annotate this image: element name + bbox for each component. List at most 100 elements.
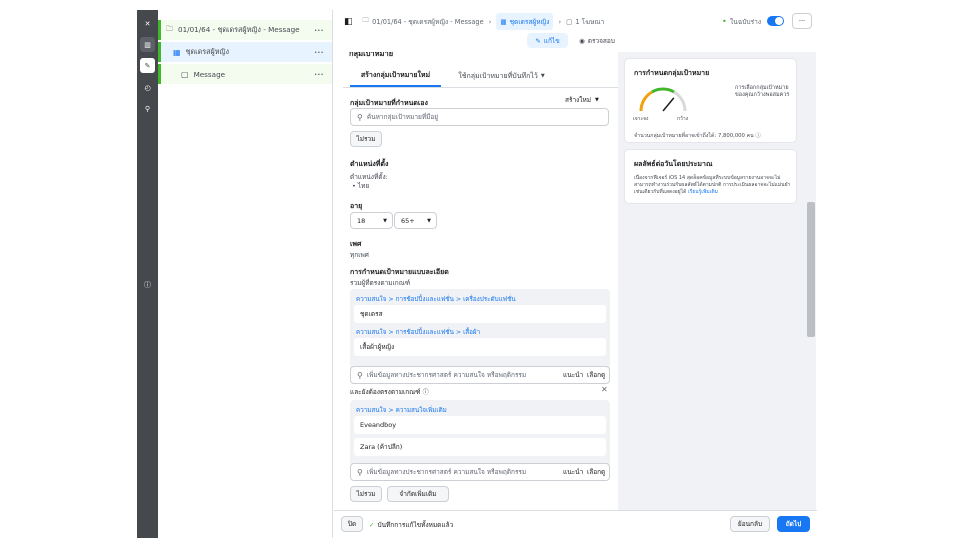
scrollbar[interactable] <box>806 52 816 512</box>
interest-path: ความสนใจ > การช้อปปิ้งและแฟชั่น > เสื้อผ… <box>356 329 481 336</box>
and-must-text: และยังต้องตรงตามเกณฑ์ <box>350 388 421 396</box>
age-label: อายุ <box>350 202 363 210</box>
search-icon[interactable]: ⚲ <box>140 101 155 116</box>
close-icon[interactable]: ✕ <box>140 16 155 31</box>
audience-definition-card: การกำหนดกลุ่มเป้าหมาย เจาะจง กว้าง การเล… <box>624 58 797 143</box>
status-badge: ในฉบับร่าง <box>730 18 762 26</box>
audience-search-input[interactable]: ⚲ ค้นหากลุ่มเป้าหมายที่มีอยู่ <box>350 108 609 126</box>
create-new-dropdown[interactable]: สร้างใหม่ ▼ <box>565 95 599 105</box>
caret-down-icon: ▼ <box>540 73 545 79</box>
divider <box>343 87 618 88</box>
review-label: ตรวจสอบ <box>587 36 615 45</box>
add-targeting-input[interactable]: ⚲ เพิ่มข้อมูลทางประชากรศาสตร์ ความสนใจ หร… <box>350 366 610 384</box>
age-min-value: 18 <box>357 216 366 225</box>
exclude-button[interactable]: ไม่รวม <box>350 486 382 502</box>
exclude-button[interactable]: ไม่รวม <box>350 131 382 147</box>
interest-path: ความสนใจ > การช้อปปิ้งและแฟชั่น > เครื่อ… <box>356 296 516 303</box>
save-status-text: บันทึกการแก้ไขทั้งหมดแล้ว <box>377 521 454 529</box>
suggest-link[interactable]: แนะนำ <box>563 370 583 380</box>
more-button[interactable]: ··· <box>792 13 812 29</box>
tab-create-new[interactable]: สร้างกลุ่มเป้าหมายใหม่ <box>350 65 441 87</box>
add-targeting-placeholder: เพิ่มข้อมูลทางประชากรศาสตร์ ความสนใจ หรื… <box>366 468 527 476</box>
age-max-value: 65+ <box>401 216 415 225</box>
folder-icon: 🗀 <box>166 24 173 33</box>
location-item: • ไทย <box>352 182 370 190</box>
create-new-label: สร้างใหม่ <box>565 96 592 104</box>
section-heading: กลุ่มเป้าหมาย <box>349 52 394 58</box>
tree-adset-row[interactable]: ▦ ชุดเดรสผู้หญิง ··· <box>158 42 332 62</box>
interest-path: ความสนใจ > ความสนใจเพิ่มเติม <box>356 407 447 414</box>
sidebar-toggle-icon[interactable]: ◧ <box>344 17 353 27</box>
toggle-knob <box>775 17 783 25</box>
edit-tab[interactable]: ✎ แก้ไข <box>527 33 568 48</box>
tree-ad-label: Message <box>193 69 226 79</box>
browse-link[interactable]: เลือกดู <box>587 370 605 380</box>
potential-reach: จำนวนกลุ่มเป้าหมายที่อาจเข้าถึงได้: 7,80… <box>634 131 761 140</box>
draft-toggle[interactable] <box>767 16 784 26</box>
audience-form: กลุ่มเป้าหมาย สร้างกลุ่มเป้าหมายใหม่ ใช้… <box>343 52 618 512</box>
chart-icon[interactable]: ▥ <box>140 37 155 52</box>
side-panel: การกำหนดกลุ่มเป้าหมาย เจาะจง กว้าง การเล… <box>618 52 808 512</box>
audience-search-placeholder: ค้นหากลุ่มเป้าหมายที่มีอยู่ <box>366 113 439 121</box>
pencil-icon: ✎ <box>535 36 541 45</box>
review-tab[interactable]: ◉ ตรวจสอบ <box>574 33 620 48</box>
chevron-right-icon: › <box>488 17 492 26</box>
status-dot-icon: • <box>722 17 727 26</box>
scrollbar-thumb[interactable] <box>807 202 815 337</box>
eye-icon: ◉ <box>579 36 585 45</box>
clock-icon[interactable]: ◴ <box>140 80 155 95</box>
top-bar: ◧ 🗀 01/01/64 - ชุดเดรสผู้หญิง - Message … <box>334 10 817 33</box>
info-icon: ⓘ <box>422 389 429 396</box>
breadcrumb-ads[interactable]: 1 โฆษณา <box>575 16 604 27</box>
mode-bar: ✎ แก้ไข ◉ ตรวจสอบ <box>334 33 817 52</box>
more-icon[interactable]: ··· <box>314 26 324 35</box>
more-icon[interactable]: ··· <box>314 48 324 57</box>
interest-item[interactable]: เสื้อผ้าผู้หญิง <box>354 338 606 356</box>
caret-down-icon: ▼ <box>595 97 599 103</box>
close-button[interactable]: ปิด <box>341 516 363 532</box>
save-status: ✓ บันทึกการแก้ไขทั้งหมดแล้ว <box>369 520 453 530</box>
breadcrumb-adset[interactable]: ▦ ชุดเดรสผู้หญิง <box>496 13 554 30</box>
estimated-results-card: ผลลัพธ์ต่อวันโดยประมาณ เนื่องจากฟีเจอร์ … <box>624 149 797 204</box>
include-match-label: รวมผู้ที่ตรงตามเกณฑ์ <box>350 279 411 287</box>
back-button[interactable]: ย้อนกลับ <box>730 516 770 532</box>
info-icon[interactable]: ⓘ <box>140 277 155 292</box>
search-icon: ⚲ <box>357 112 363 122</box>
tree-adset-label: ชุดเดรสผู้หญิง <box>185 46 230 56</box>
locations-label: ตำแหน่งที่ตั้ง <box>350 160 389 168</box>
breadcrumb-campaign[interactable]: 01/01/64 - ชุดเดรสผู้หญิง - Message <box>372 16 484 27</box>
gauge-right-label: กว้าง <box>677 116 689 122</box>
pencil-icon[interactable]: ✎ <box>140 58 155 73</box>
tree-campaign-row[interactable]: 🗀 01/01/64 - ชุดเดรสผู้หญิง - Message ··… <box>158 20 332 40</box>
age-max-select[interactable]: 65+ ▼ <box>394 212 437 229</box>
edit-label: แก้ไข <box>543 36 560 45</box>
interest-item[interactable]: Eveandboy <box>354 416 606 434</box>
reach-text: จำนวนกลุ่มเป้าหมายที่อาจเข้าถึงได้: 7,80… <box>634 133 754 139</box>
learn-more-link[interactable]: เรียนรู้เพิ่มเติม <box>688 189 718 195</box>
detailed-targeting-label: การกำหนดเป้าหมายแบบละเอียด <box>350 268 449 276</box>
chevron-right-icon: › <box>558 17 562 26</box>
age-min-select[interactable]: 18 ▼ <box>350 212 393 229</box>
tree-ad-row[interactable]: ▢ Message ··· <box>158 64 332 84</box>
tab-saved[interactable]: ใช้กลุ่มเป้าหมายที่บันทึกไว้ ▼ <box>449 65 554 87</box>
gender-label: เพศ <box>350 240 362 248</box>
and-must-label: และยังต้องตรงตามเกณฑ์ ⓘ <box>350 387 429 397</box>
narrow-further-button[interactable]: จำกัดเพิ่มเติม <box>387 486 449 502</box>
next-button[interactable]: ถัดไป <box>777 516 810 532</box>
add-targeting-placeholder: เพิ่มข้อมูลทางประชากรศาสตร์ ความสนใจ หรื… <box>366 371 527 379</box>
ad-icon: ▢ <box>181 69 189 79</box>
more-icon[interactable]: ··· <box>314 70 324 79</box>
add-targeting-input[interactable]: ⚲ เพิ่มข้อมูลทางประชากรศาสตร์ ความสนใจ หร… <box>350 463 610 481</box>
suggest-link[interactable]: แนะนำ <box>563 467 583 477</box>
search-icon: ⚲ <box>357 467 363 477</box>
tab-saved-label: ใช้กลุ่มเป้าหมายที่บันทึกไว้ <box>458 71 538 80</box>
card-title: การกำหนดกลุ่มเป้าหมาย <box>634 69 710 77</box>
interest-item[interactable]: Zara (ค้าปลีก) <box>354 438 606 456</box>
gauge-description: การเลือกกลุ่มเป้าหมายของคุณกว้างพอสมควร <box>735 85 790 98</box>
browse-link[interactable]: เลือกดู <box>587 467 605 477</box>
tree-campaign-label: 01/01/64 - ชุดเดรสผู้หญิง - Message <box>178 24 300 34</box>
interest-item[interactable]: ชุดเดรส <box>354 305 606 323</box>
info-icon: ⓘ <box>755 133 761 139</box>
close-icon[interactable]: ✕ <box>601 385 608 394</box>
grid-icon: ▦ <box>173 47 181 57</box>
